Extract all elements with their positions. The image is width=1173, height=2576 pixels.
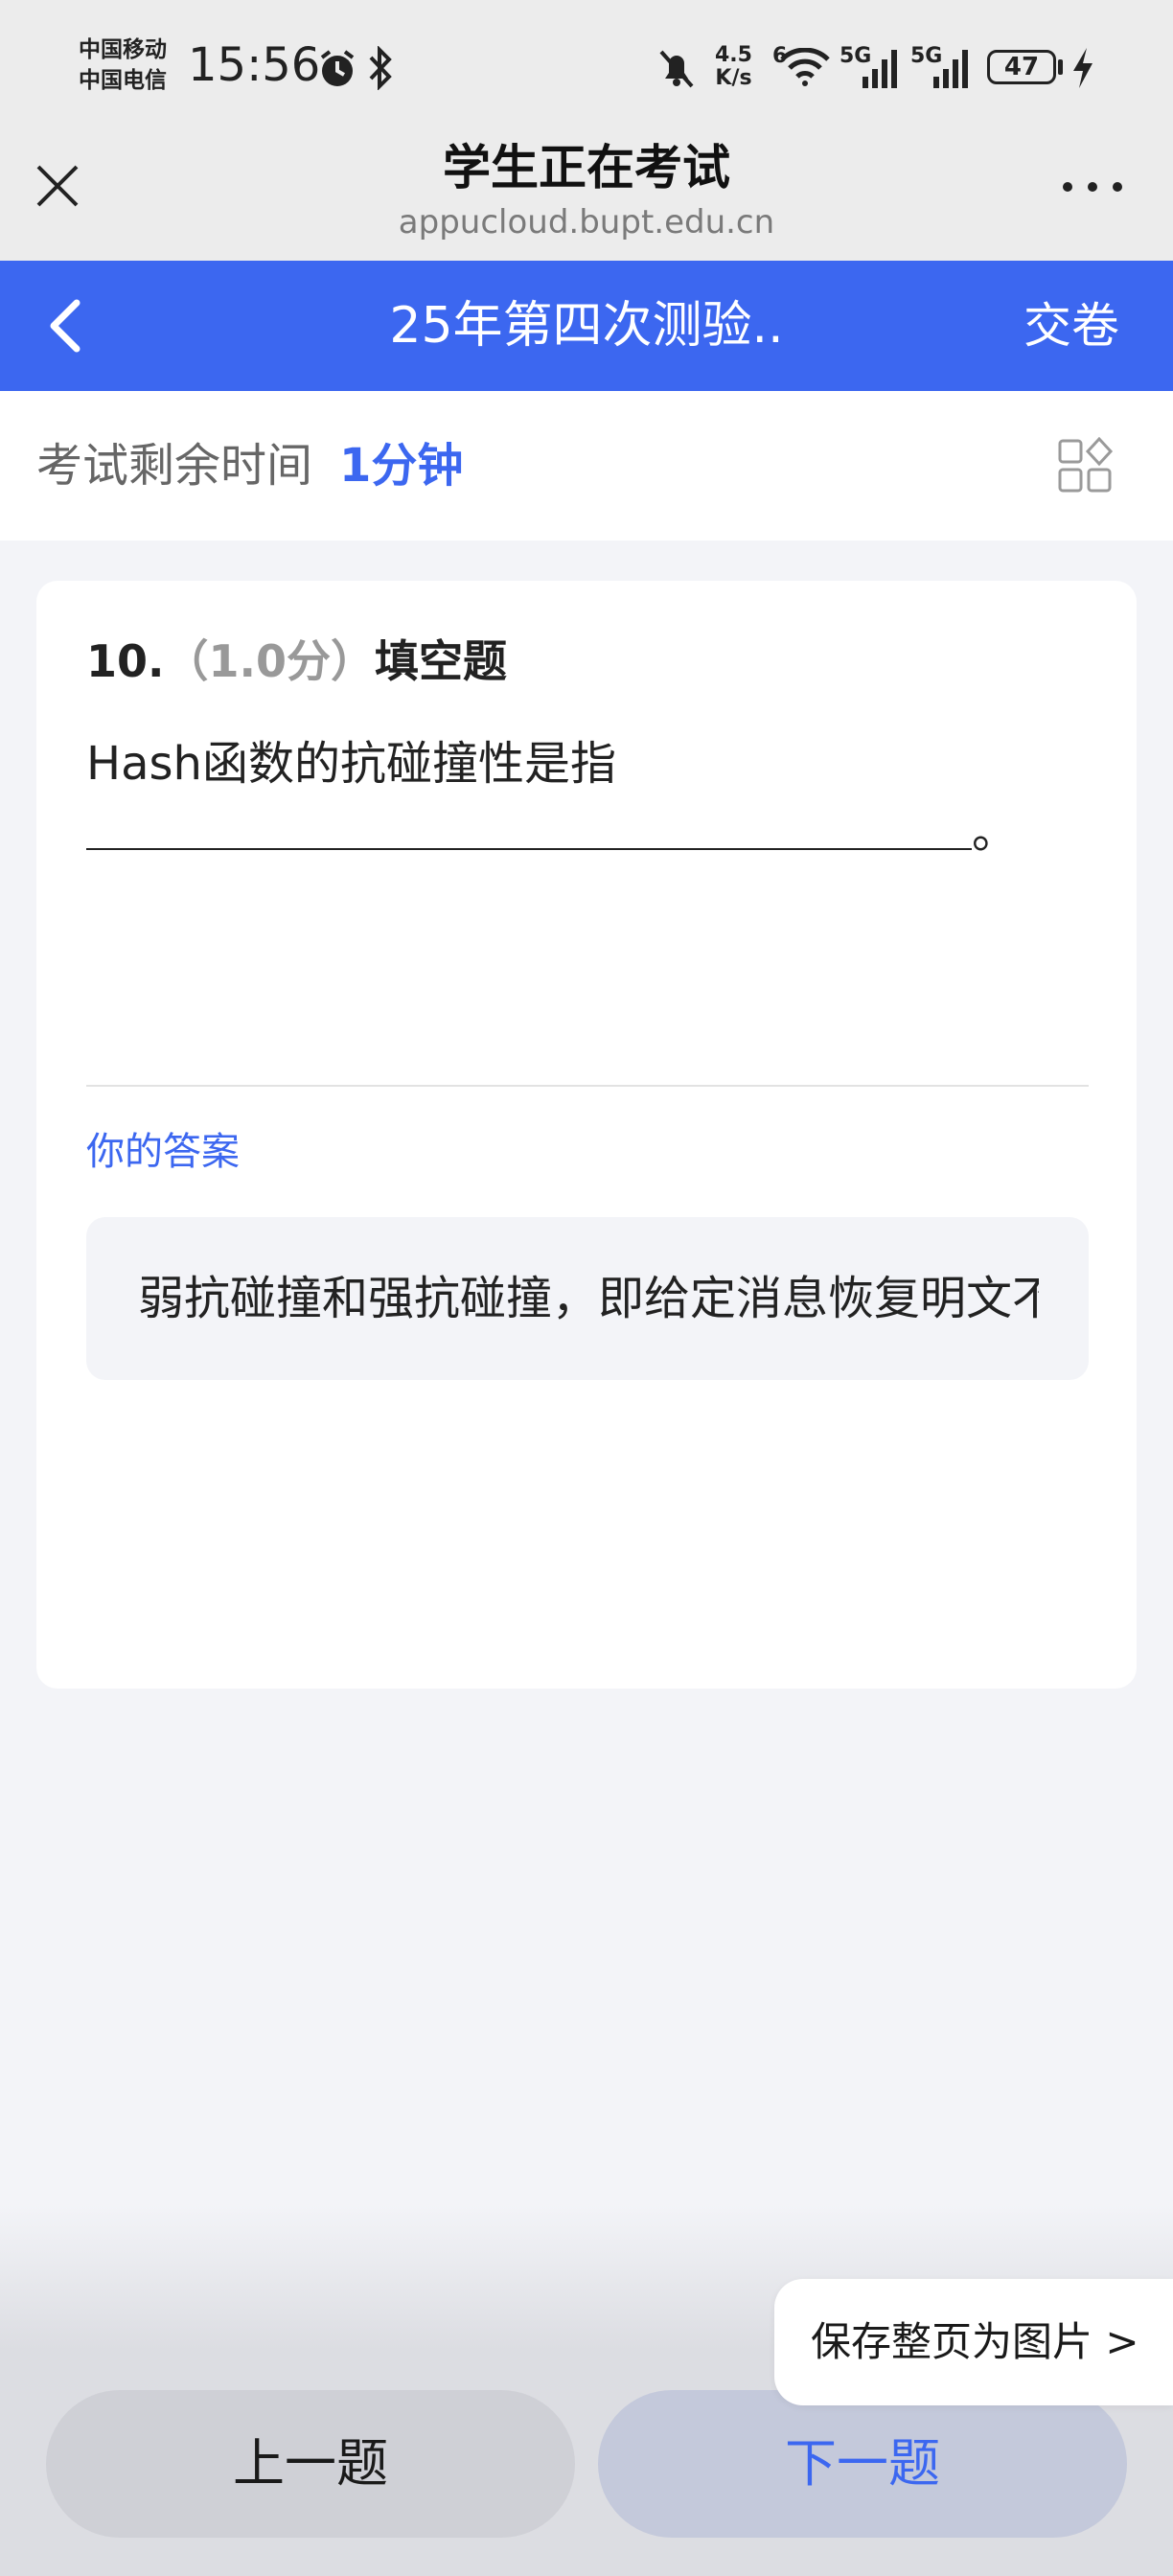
answer-field[interactable]: 弱抗碰撞和强抗碰撞，即给定消息恢复明文不: [86, 1217, 1089, 1380]
net-speed-unit: K/s: [715, 66, 752, 90]
question-card: 10.（1.0分）填空题 Hash函数的抗碰撞性是指 。 你的答案 弱抗碰撞和强…: [36, 581, 1137, 1689]
question-end-mark: 。: [972, 805, 1019, 859]
page-title: 学生正在考试: [443, 140, 730, 196]
question-type: 填空题: [375, 635, 507, 687]
carrier-info: 中国移动 中国电信: [79, 34, 167, 96]
browser-header: 学生正在考试 appucloud.bupt.edu.cn: [0, 134, 1173, 261]
charging-icon: [1073, 48, 1092, 88]
exam-nav-bar: 25年第四次测验.. 交卷: [0, 261, 1173, 391]
net-speed-value: 4.5: [715, 43, 752, 67]
divider: [86, 1085, 1089, 1087]
question-number: 10.: [86, 635, 165, 687]
clock: 15:56: [188, 38, 321, 92]
next-question-button[interactable]: 下一题: [598, 2390, 1127, 2538]
question-blank: 。: [86, 803, 1018, 861]
alarm-icon: [320, 50, 355, 86]
blank-line: [86, 819, 972, 850]
signal-2-icon: [933, 50, 968, 88]
timer-value: 1分钟: [339, 439, 464, 493]
carrier-1: 中国移动: [79, 37, 167, 62]
question-text: Hash函数的抗碰撞性是指: [86, 737, 616, 791]
battery-tip: [1058, 59, 1063, 75]
question-score: （1.0分）: [164, 635, 376, 687]
status-bar: 中国移动 中国电信 15:56 4.5 K/s 6 5G 5G 47: [0, 0, 1173, 134]
exam-title: 25年第四次测验..: [389, 297, 784, 355]
save-page-as-image-button[interactable]: 保存整页为图片 >: [774, 2279, 1173, 2405]
mute-bell-icon: [659, 50, 694, 88]
battery-level: 47: [1003, 53, 1040, 81]
carrier-2: 中国电信: [79, 68, 167, 93]
signal-1-icon: [862, 50, 897, 88]
timer-bar: 考试剩余时间 1分钟: [0, 391, 1173, 540]
submit-exam-button[interactable]: 交卷: [1024, 295, 1119, 356]
answer-text: 弱抗碰撞和强抗碰撞，即给定消息恢复明文不: [138, 1272, 1039, 1325]
more-options-icon[interactable]: [1054, 163, 1131, 211]
previous-question-button[interactable]: 上一题: [46, 2390, 575, 2538]
timer-label: 考试剩余时间: [36, 439, 313, 493]
battery-icon: 47: [987, 50, 1056, 84]
bluetooth-icon: [369, 46, 392, 90]
question-header: 10.（1.0分）填空题: [86, 631, 507, 692]
page-url: appucloud.bupt.edu.cn: [398, 203, 775, 242]
question-grid-icon[interactable]: [1056, 437, 1114, 494]
net-speed: 4.5 K/s: [715, 44, 752, 90]
answer-label: 你的答案: [86, 1130, 240, 1174]
wifi-icon: [780, 48, 830, 86]
